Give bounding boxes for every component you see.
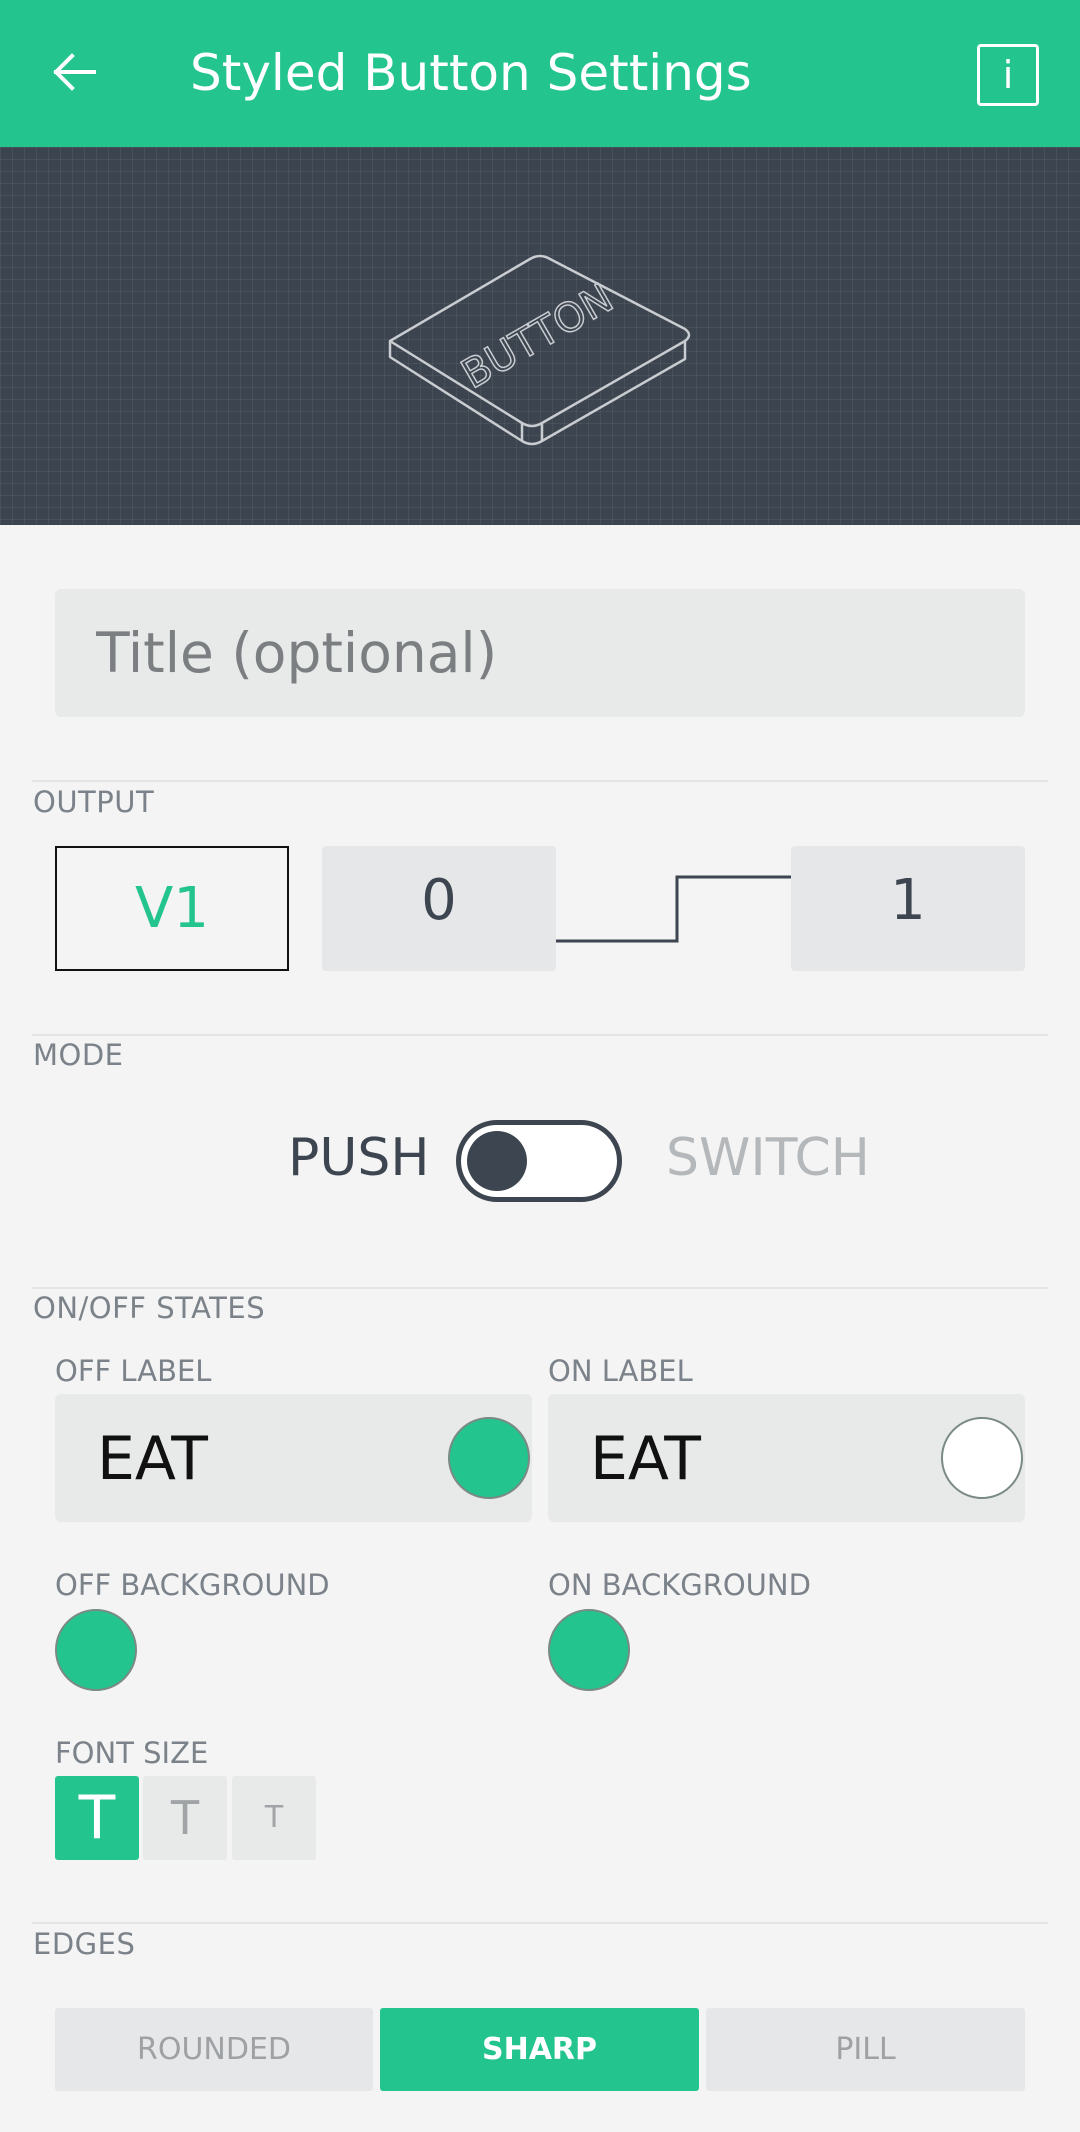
- font-size-medium-button[interactable]: T: [143, 1776, 227, 1860]
- edges-section-label: EDGES: [33, 1927, 136, 1961]
- off-label-color-swatch[interactable]: [448, 1417, 530, 1499]
- on-label-value: EAT: [590, 1424, 701, 1494]
- on-label-title: ON LABEL: [548, 1354, 693, 1388]
- mode-section-label: MODE: [33, 1038, 124, 1072]
- title-input[interactable]: [55, 589, 1025, 717]
- signal-step-icon: [556, 875, 792, 943]
- edge-sharp-button[interactable]: SHARP: [380, 2008, 699, 2091]
- button-preview-illustration: BUTTON: [388, 254, 691, 446]
- high-value-field[interactable]: 1: [791, 846, 1025, 971]
- app-bar: Styled Button Settings i: [0, 0, 1080, 147]
- divider: [32, 1922, 1048, 1924]
- page-title: Styled Button Settings: [190, 44, 752, 102]
- states-section-label: ON/OFF STATES: [33, 1291, 266, 1325]
- low-value-field[interactable]: 0: [322, 846, 556, 971]
- off-background-title: OFF BACKGROUND: [55, 1568, 330, 1602]
- font-size-small-button[interactable]: T: [232, 1776, 316, 1860]
- pin-selector[interactable]: V1: [55, 846, 289, 971]
- divider: [32, 780, 1048, 782]
- edge-rounded-button[interactable]: ROUNDED: [55, 2008, 373, 2091]
- mode-push-label[interactable]: PUSH: [288, 1128, 430, 1188]
- button-preview-label: BUTTON: [454, 275, 621, 398]
- off-label-field[interactable]: EAT: [55, 1394, 532, 1522]
- divider: [32, 1287, 1048, 1289]
- widget-preview: BUTTON: [0, 147, 1080, 525]
- on-label-field[interactable]: EAT: [548, 1394, 1025, 1522]
- divider: [32, 1034, 1048, 1036]
- info-icon[interactable]: i: [977, 44, 1039, 106]
- font-size-title: FONT SIZE: [55, 1736, 209, 1770]
- off-background-color-swatch[interactable]: [55, 1609, 137, 1691]
- font-size-large-button[interactable]: T: [55, 1776, 139, 1860]
- off-label-title: OFF LABEL: [55, 1354, 212, 1388]
- on-background-title: ON BACKGROUND: [548, 1568, 811, 1602]
- mode-toggle[interactable]: [456, 1120, 622, 1202]
- output-section-label: OUTPUT: [33, 785, 155, 819]
- back-arrow-icon[interactable]: [48, 46, 100, 98]
- on-background-color-swatch[interactable]: [548, 1609, 630, 1691]
- on-label-color-swatch[interactable]: [941, 1417, 1023, 1499]
- edge-pill-button[interactable]: PILL: [706, 2008, 1025, 2091]
- toggle-knob: [467, 1131, 527, 1191]
- mode-switch-label[interactable]: SWITCH: [666, 1128, 870, 1188]
- off-label-value: EAT: [97, 1424, 208, 1494]
